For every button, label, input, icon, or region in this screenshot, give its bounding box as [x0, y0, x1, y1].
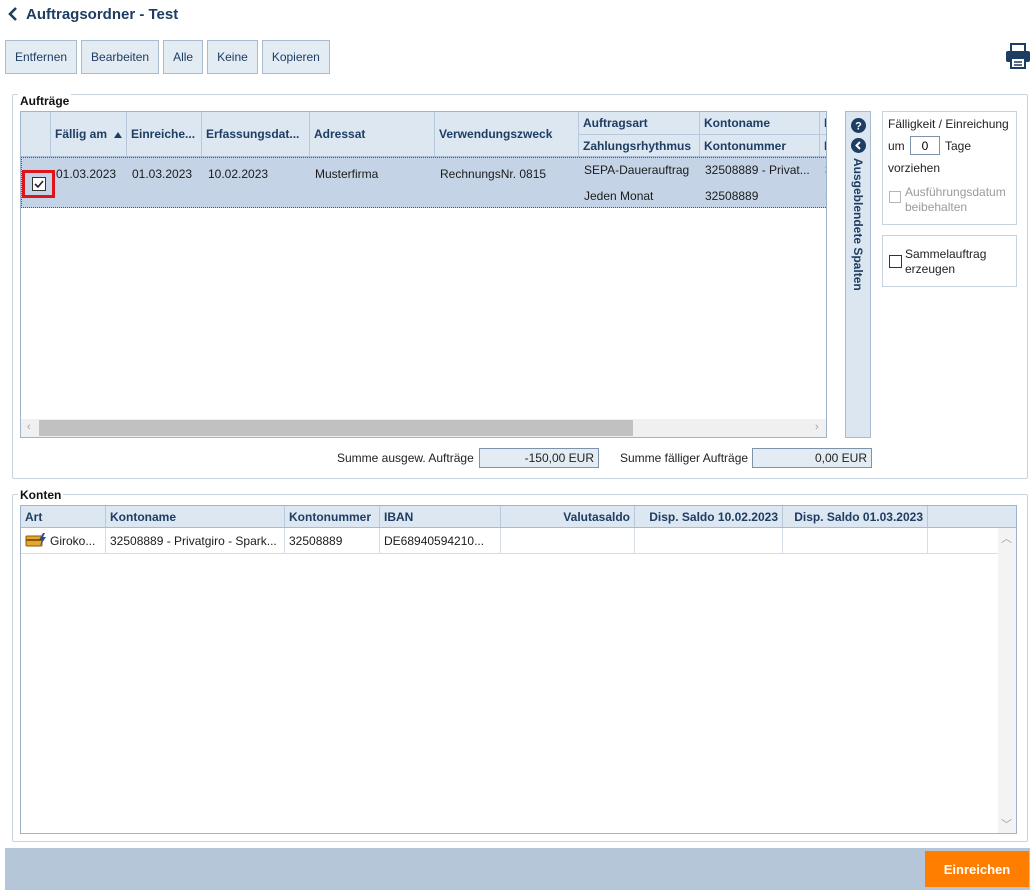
- account-card-icon: [25, 532, 47, 551]
- cell-rhythm: Jeden Monat: [584, 189, 654, 203]
- sum-due-label: Summe fälliger Aufträge: [620, 451, 749, 465]
- collective-checkbox[interactable]: [889, 255, 902, 268]
- sum-selected-value: -150,00 EUR: [479, 448, 599, 468]
- page-title: Auftragsordner - Test: [26, 5, 179, 23]
- page-title-bar: Auftragsordner - Test: [6, 5, 178, 23]
- accounts-grid-header: Art Kontoname Kontonummer IBAN Valutasal…: [21, 506, 1016, 528]
- select-none-button[interactable]: Keine: [207, 40, 258, 74]
- col-due-label: Fällig am: [55, 127, 108, 141]
- hidden-columns-label: Ausgeblendete Spalten: [851, 158, 865, 291]
- col-select: [21, 112, 51, 156]
- row-divider: [782, 528, 783, 554]
- cell-addressee: Musterfirma: [315, 167, 379, 181]
- help-icon[interactable]: ?: [851, 118, 866, 136]
- col-disp-2[interactable]: Disp. Saldo 01.03.2023: [783, 506, 928, 527]
- col-type[interactable]: Auftragsart: [579, 112, 700, 134]
- sum-selected-label: Summe ausgew. Aufträge: [337, 451, 474, 465]
- due-date-options: Fälligkeit / Einreichung um Tage vorzieh…: [882, 111, 1017, 225]
- cell-created: 10.02.2023: [208, 167, 269, 181]
- orders-grid: Fällig am Einreiche... Erfassungsdat... …: [20, 111, 827, 438]
- edit-button[interactable]: Bearbeiten: [81, 40, 160, 74]
- orders-legend: Aufträge: [18, 94, 72, 108]
- col-valutasaldo[interactable]: Valutasaldo: [501, 506, 635, 527]
- accounts-legend: Konten: [18, 488, 64, 502]
- due-date-title: Fälligkeit / Einreichung: [888, 117, 1009, 131]
- row-select-highlight: [22, 170, 55, 198]
- svg-text:?: ?: [855, 121, 862, 133]
- cell-account-number: 32508889: [705, 189, 759, 203]
- cell-submit: 01.03.2023: [132, 167, 193, 181]
- scroll-right-icon[interactable]: ›: [815, 421, 819, 433]
- col-addressee[interactable]: Adressat: [310, 112, 435, 156]
- cell-kontoname: 32508889 - Privatgiro - Spark...: [110, 534, 277, 548]
- cell-purpose: RechnungsNr. 0815: [440, 167, 547, 181]
- sum-due-value: 0,00 EUR: [752, 448, 872, 468]
- days-input[interactable]: [910, 136, 940, 155]
- col-account-number[interactable]: Kontonummer: [700, 134, 820, 156]
- advance-label: vorziehen: [888, 161, 941, 175]
- remove-button[interactable]: Entfernen: [5, 40, 78, 74]
- cell-account-name: 32508889 - Privat...: [705, 163, 810, 177]
- submit-button[interactable]: Einreichen: [925, 851, 1029, 887]
- row-divider: [500, 528, 501, 554]
- cell-extra-1: 3: [825, 163, 826, 177]
- col-created[interactable]: Erfassungsdat...: [202, 112, 310, 156]
- col-kontoname[interactable]: Kontoname: [106, 506, 285, 527]
- col-disp-1[interactable]: Disp. Saldo 10.02.2023: [635, 506, 783, 527]
- scroll-up-icon[interactable]: ︿: [1001, 530, 1012, 546]
- collective-label: Sammelauftrag erzeugen: [905, 247, 987, 276]
- col-purpose[interactable]: Verwendungszweck: [435, 112, 579, 156]
- hidden-columns-panel[interactable]: ? Ausgeblendete Spalten: [845, 111, 871, 438]
- select-all-button[interactable]: Alle: [163, 40, 204, 74]
- row-select-checkbox[interactable]: [31, 177, 46, 191]
- cell-extra-2: D: [825, 189, 826, 203]
- print-icon[interactable]: [1004, 42, 1032, 70]
- table-row[interactable]: 01.03.2023 01.03.2023 10.02.2023 Musterf…: [21, 157, 826, 208]
- col-extra-1[interactable]: I: [820, 112, 826, 134]
- sort-asc-icon: [114, 127, 123, 141]
- col-rhythm[interactable]: Zahlungsrhythmus: [579, 134, 700, 156]
- col-due[interactable]: Fällig am: [51, 112, 127, 156]
- col-art[interactable]: Art: [21, 506, 106, 527]
- col-account-name[interactable]: Kontoname: [700, 112, 820, 134]
- cell-art: Giroko...: [50, 534, 96, 548]
- keep-date-checkbox[interactable]: [889, 191, 901, 203]
- expand-left-icon[interactable]: [851, 138, 866, 156]
- checkmark-icon: [33, 180, 44, 189]
- row-divider: [634, 528, 635, 554]
- scroll-left-icon[interactable]: ‹: [27, 421, 31, 433]
- row-divider: [284, 528, 285, 554]
- row-divider: [105, 528, 106, 554]
- um-label: um: [888, 139, 905, 153]
- accounts-vscroll[interactable]: ︿ ﹀: [998, 528, 1016, 833]
- table-row[interactable]: Giroko... 32508889 - Privatgiro - Spark.…: [21, 528, 998, 554]
- orders-grid-header: Fällig am Einreiche... Erfassungsdat... …: [21, 112, 826, 157]
- cell-iban: DE68940594210...: [384, 534, 485, 548]
- col-extra-2[interactable]: I: [820, 134, 826, 156]
- accounts-grid: Art Kontoname Kontonummer IBAN Valutasal…: [20, 505, 1017, 834]
- col-kontonummer[interactable]: Kontonummer: [285, 506, 380, 527]
- keep-date-label: Ausführungsdatum beibehalten: [905, 185, 1006, 214]
- cell-type: SEPA-Dauerauftrag: [584, 163, 690, 177]
- footer-bar: [5, 848, 1030, 890]
- cell-kontonummer: 32508889: [289, 534, 343, 548]
- collective-order-options: Sammelauftrag erzeugen: [882, 235, 1017, 287]
- col-iban[interactable]: IBAN: [380, 506, 501, 527]
- row-divider: [927, 528, 928, 554]
- orders-hscroll[interactable]: ‹ ›: [21, 419, 826, 437]
- days-label: Tage: [945, 139, 972, 153]
- scroll-down-icon[interactable]: ﹀: [1001, 816, 1012, 832]
- cell-due: 01.03.2023: [56, 167, 117, 181]
- copy-button[interactable]: Kopieren: [261, 40, 330, 74]
- orders-hscroll-thumb[interactable]: [39, 420, 633, 436]
- row-divider: [379, 528, 380, 554]
- toolbar: Entfernen Bearbeiten Alle Keine Kopieren: [5, 40, 334, 74]
- back-chevron-icon[interactable]: [6, 6, 20, 22]
- col-submit[interactable]: Einreiche...: [127, 112, 202, 156]
